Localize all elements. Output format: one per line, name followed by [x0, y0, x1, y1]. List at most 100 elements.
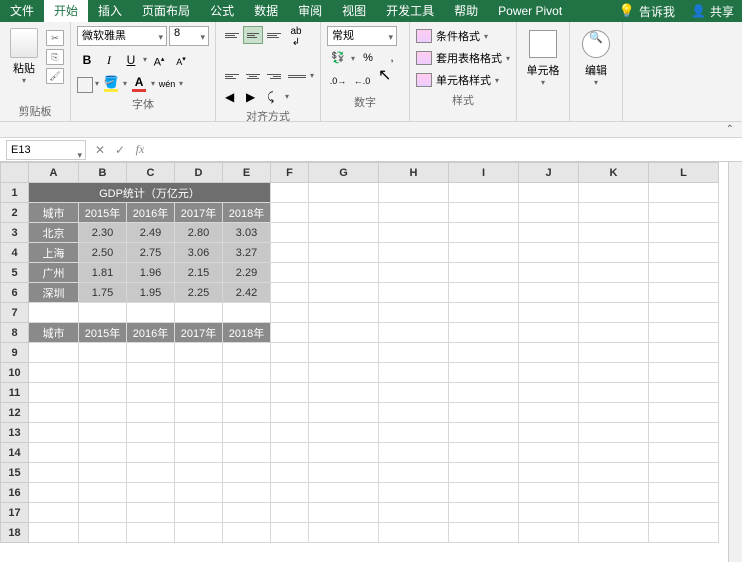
cell[interactable] — [175, 363, 223, 383]
cell[interactable] — [29, 403, 79, 423]
collapse-ribbon-button[interactable]: ⌃ — [0, 122, 742, 138]
cell[interactable] — [579, 343, 649, 363]
cell[interactable] — [579, 403, 649, 423]
cell[interactable] — [519, 323, 579, 343]
italic-button[interactable]: I — [99, 50, 119, 70]
cell[interactable] — [649, 323, 719, 343]
cell[interactable] — [29, 343, 79, 363]
cell[interactable] — [29, 523, 79, 543]
cell[interactable] — [579, 263, 649, 283]
cell[interactable] — [449, 183, 519, 203]
row-header[interactable]: 10 — [1, 363, 29, 383]
row-header[interactable]: 2 — [1, 203, 29, 223]
cell[interactable] — [519, 303, 579, 323]
cell[interactable] — [519, 383, 579, 403]
cell[interactable] — [379, 383, 449, 403]
cell[interactable] — [309, 463, 379, 483]
editing-button[interactable]: 🔍 编辑 ▾ — [576, 26, 616, 87]
cell[interactable]: 广州 — [29, 263, 79, 283]
cell[interactable] — [379, 323, 449, 343]
cell[interactable] — [519, 443, 579, 463]
col-header[interactable]: E — [223, 163, 271, 183]
row-header[interactable]: 9 — [1, 343, 29, 363]
share-button[interactable]: 共享 — [710, 3, 734, 20]
cell[interactable] — [309, 403, 379, 423]
row-header[interactable]: 18 — [1, 523, 29, 543]
cell[interactable] — [649, 503, 719, 523]
cell[interactable] — [449, 443, 519, 463]
cell[interactable] — [519, 423, 579, 443]
cell[interactable] — [271, 223, 309, 243]
cell[interactable] — [309, 183, 379, 203]
cell[interactable] — [579, 223, 649, 243]
row-header[interactable]: 4 — [1, 243, 29, 263]
cell[interactable] — [379, 523, 449, 543]
cell[interactable]: 2016年 — [127, 323, 175, 343]
underline-button[interactable]: U — [121, 50, 141, 70]
cell[interactable] — [271, 203, 309, 223]
row-header[interactable]: 17 — [1, 503, 29, 523]
align-top-button[interactable] — [222, 26, 242, 44]
copy-icon[interactable]: ⎘ — [46, 49, 64, 65]
cell[interactable] — [449, 283, 519, 303]
cell[interactable] — [223, 483, 271, 503]
cell[interactable] — [175, 343, 223, 363]
fill-color-button[interactable]: 🪣 — [101, 74, 121, 94]
cell[interactable] — [175, 443, 223, 463]
cell[interactable] — [579, 483, 649, 503]
cell[interactable] — [271, 343, 309, 363]
cell[interactable] — [79, 523, 127, 543]
orientation-button[interactable]: ⤹ — [264, 88, 284, 106]
cell[interactable]: 3.03 — [223, 223, 271, 243]
fx-button[interactable]: fx — [130, 142, 150, 157]
row-header[interactable]: 13 — [1, 423, 29, 443]
cell[interactable] — [309, 423, 379, 443]
cells-button[interactable]: 单元格 ▾ — [523, 26, 563, 87]
cell[interactable] — [127, 523, 175, 543]
cell[interactable] — [579, 323, 649, 343]
cell[interactable] — [79, 463, 127, 483]
cell[interactable] — [271, 303, 309, 323]
col-header[interactable]: L — [649, 163, 719, 183]
cell[interactable] — [29, 363, 79, 383]
cell[interactable] — [649, 183, 719, 203]
enter-button[interactable]: ✓ — [110, 143, 130, 157]
cell[interactable] — [519, 483, 579, 503]
cell[interactable] — [223, 383, 271, 403]
font-size-select[interactable]: 8▾ — [169, 26, 209, 46]
cell[interactable] — [449, 223, 519, 243]
cell[interactable] — [271, 383, 309, 403]
paste-button[interactable]: 粘贴 ▾ — [6, 26, 42, 85]
cell[interactable] — [79, 423, 127, 443]
cell[interactable] — [79, 503, 127, 523]
cell[interactable]: 深圳 — [29, 283, 79, 303]
cell[interactable] — [79, 443, 127, 463]
cell[interactable] — [271, 423, 309, 443]
cell[interactable]: 2018年 — [223, 203, 271, 223]
font-color-button[interactable]: A — [129, 74, 149, 94]
cell[interactable] — [519, 343, 579, 363]
cell[interactable] — [223, 303, 271, 323]
tell-me[interactable]: 告诉我 — [639, 3, 675, 20]
cell[interactable] — [649, 283, 719, 303]
cell[interactable] — [271, 523, 309, 543]
formula-input[interactable] — [150, 140, 742, 160]
cell[interactable] — [175, 403, 223, 423]
vertical-scrollbar[interactable] — [728, 162, 742, 562]
cell[interactable] — [223, 403, 271, 423]
cell[interactable] — [519, 263, 579, 283]
align-center-button[interactable] — [243, 67, 263, 85]
cell[interactable] — [309, 363, 379, 383]
cell[interactable]: 2.50 — [79, 243, 127, 263]
cell[interactable] — [271, 323, 309, 343]
cell[interactable]: 3.27 — [223, 243, 271, 263]
format-painter-icon[interactable]: 🖌 — [46, 68, 64, 84]
cell[interactable] — [79, 343, 127, 363]
cell[interactable] — [79, 403, 127, 423]
cancel-button[interactable]: ✕ — [90, 143, 110, 157]
cell[interactable] — [223, 443, 271, 463]
cell[interactable] — [271, 463, 309, 483]
cell[interactable] — [649, 403, 719, 423]
cell[interactable]: 1.96 — [127, 263, 175, 283]
row-header[interactable]: 14 — [1, 443, 29, 463]
